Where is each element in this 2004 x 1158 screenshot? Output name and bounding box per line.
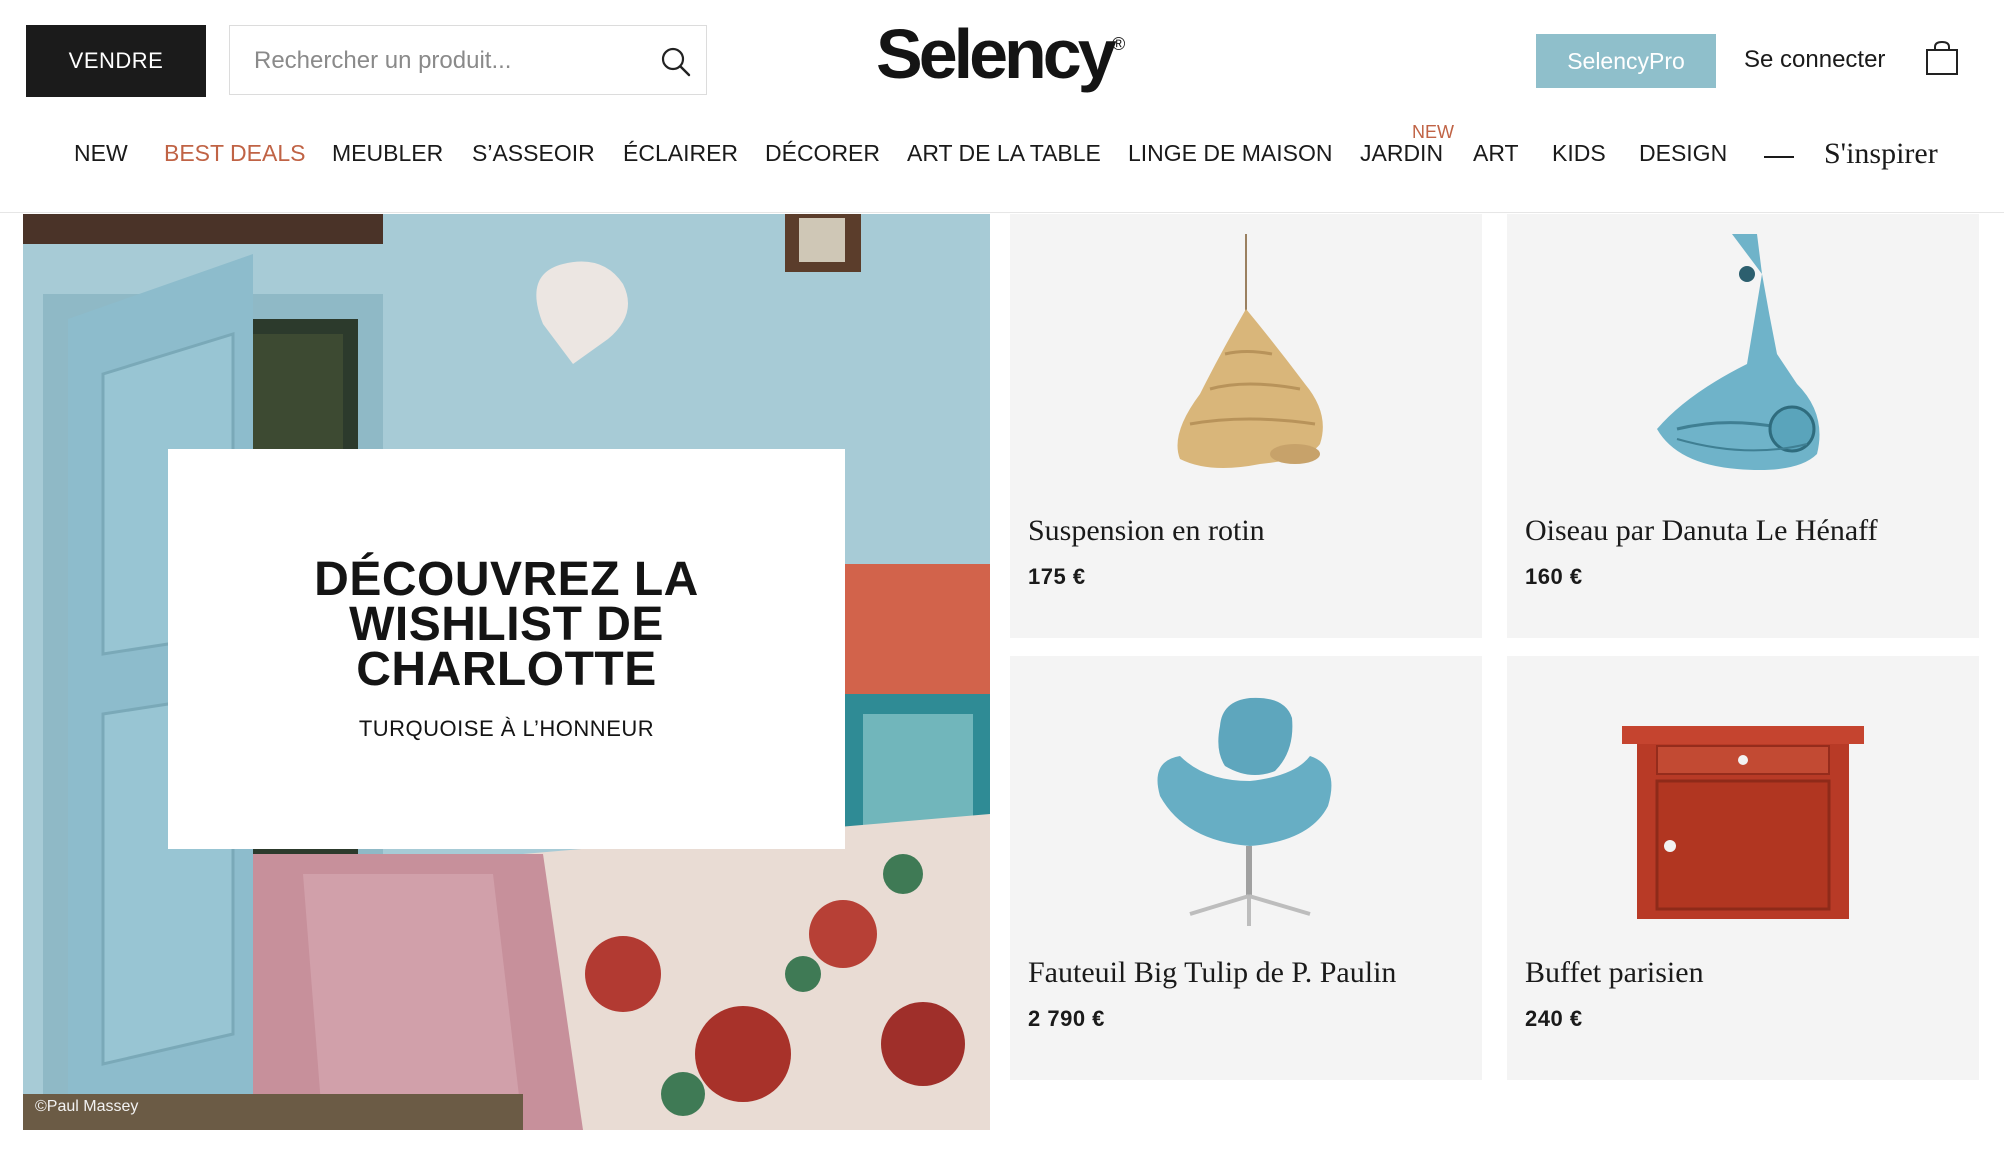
product-price: 160 € xyxy=(1525,564,1583,589)
rattan-pendant-image xyxy=(1177,234,1323,468)
selency-pro-button[interactable]: SelencyPro xyxy=(1536,34,1716,88)
tulip-armchair-image xyxy=(1157,697,1332,926)
search-bar xyxy=(229,25,707,96)
nav-item-art-de-la-table[interactable]: ART DE LA TABLE xyxy=(907,140,1101,167)
nav-item-kids[interactable]: KIDS xyxy=(1552,140,1606,167)
hero-subtitle: TURQUOISE À L’HONNEUR xyxy=(358,715,655,741)
site-header: VENDRE Selency ® SelencyPro Se connecter… xyxy=(0,0,2004,213)
sell-button[interactable]: VENDRE xyxy=(26,25,206,97)
nav-item-eclairer[interactable]: ÉCLAIRER xyxy=(623,140,738,167)
nav-item-decorer[interactable]: DÉCORER xyxy=(765,140,880,167)
hero-card: DÉCOUVREZ LA WISHLIST DE CHARLOTTE TURQU… xyxy=(168,449,845,849)
nav-divider xyxy=(1764,156,1794,158)
nav-item-sasseoir[interactable]: S’ASSEOIR xyxy=(472,140,595,167)
red-buffet-image xyxy=(1622,726,1864,919)
product-card[interactable]: Fauteuil Big Tulip de P. Paulin 2 790 € xyxy=(1010,656,1482,1080)
nav-inspire-link[interactable]: S'inspirer xyxy=(1824,137,1938,171)
product-price: 175 € xyxy=(1028,564,1086,589)
selency-logo[interactable]: Selency xyxy=(876,14,1117,94)
search-icon[interactable] xyxy=(660,46,692,78)
product-card[interactable]: Suspension en rotin 175 € xyxy=(1010,214,1482,638)
product-price: 2 790 € xyxy=(1028,1006,1105,1031)
nav-item-meubler[interactable]: MEUBLER xyxy=(332,140,443,167)
product-name[interactable]: Suspension en rotin xyxy=(1028,514,1265,548)
login-link[interactable]: Se connecter xyxy=(1744,46,1885,74)
product-name[interactable]: Fauteuil Big Tulip de P. Paulin xyxy=(1028,956,1396,990)
search-input[interactable] xyxy=(230,26,656,96)
product-card[interactable]: Oiseau par Danuta Le Hénaff 160 € xyxy=(1507,214,1979,638)
shopping-bag-icon[interactable] xyxy=(1924,40,1960,76)
category-nav: NEW BEST DEALS MEUBLER S’ASSEOIR ÉCLAIRE… xyxy=(0,122,2004,180)
product-card[interactable]: Buffet parisien 240 € xyxy=(1507,656,1979,1080)
nav-item-new[interactable]: NEW xyxy=(74,140,128,167)
nav-item-best-deals[interactable]: BEST DEALS xyxy=(164,140,305,167)
nav-item-art[interactable]: ART xyxy=(1473,140,1519,167)
new-badge: NEW xyxy=(1412,122,1454,142)
product-name[interactable]: Oiseau par Danuta Le Hénaff xyxy=(1525,514,1878,548)
nav-item-linge-de-maison[interactable]: LINGE DE MAISON xyxy=(1128,140,1332,167)
product-price: 240 € xyxy=(1525,1006,1583,1031)
nav-item-jardin[interactable]: JARDIN NEW xyxy=(1360,122,1454,167)
ceramic-bird-image xyxy=(1657,234,1820,470)
nav-item-design[interactable]: DESIGN xyxy=(1639,140,1727,167)
hero-title: DÉCOUVREZ LA WISHLIST DE CHARLOTTE xyxy=(314,552,699,696)
hero-banner[interactable]: DÉCOUVREZ LA WISHLIST DE CHARLOTTE TURQU… xyxy=(23,214,990,1130)
photo-credit: ©Paul Massey xyxy=(35,1098,139,1115)
product-name[interactable]: Buffet parisien xyxy=(1525,956,1704,990)
registered-mark: ® xyxy=(1112,34,1126,54)
